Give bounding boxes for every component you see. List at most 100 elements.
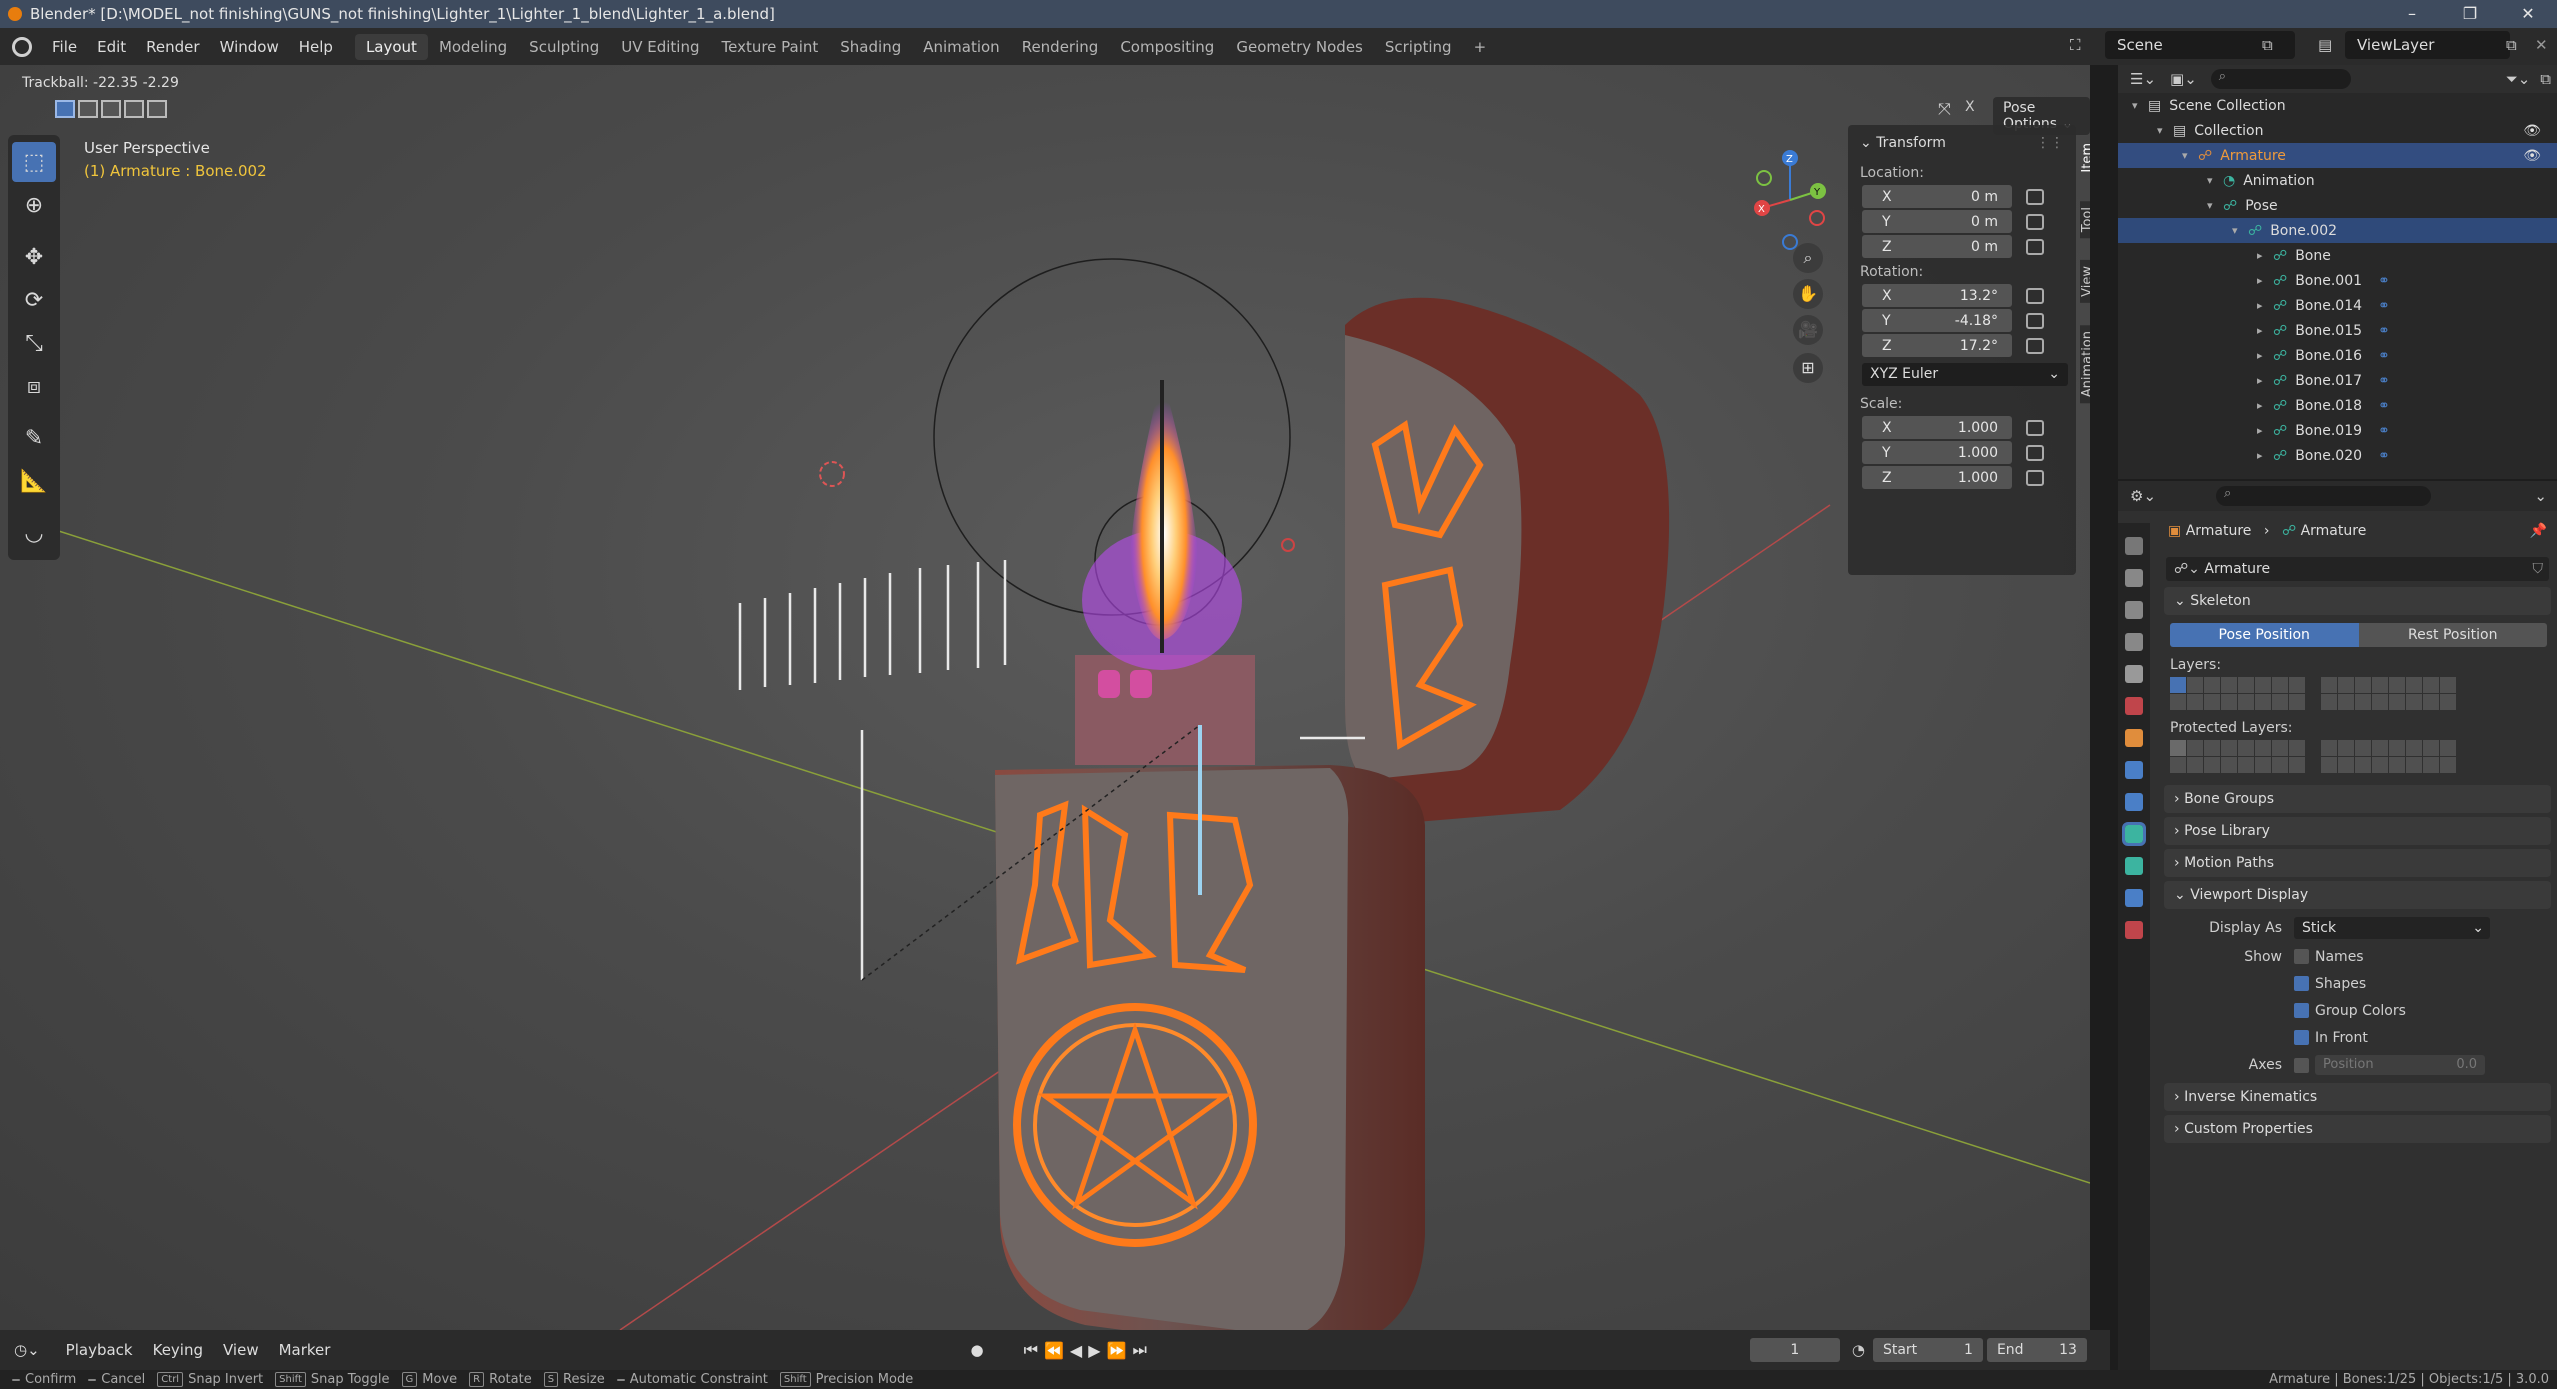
axes-checkbox[interactable]	[2294, 1057, 2309, 1073]
scale-z-field[interactable]: Z 1.000	[1862, 466, 2012, 489]
expand-arrow-icon[interactable]: ▸	[2257, 399, 2273, 412]
outliner-row[interactable]: ▾ ◔ Animation	[2118, 168, 2557, 193]
outliner-row[interactable]: ▸ ☍ Bone.001 ⚭	[2118, 268, 2557, 293]
current-frame-field[interactable]: 1	[1749, 1338, 1840, 1362]
inverse-kinematics-section[interactable]: › Inverse Kinematics	[2164, 1083, 2551, 1111]
armature-data-tab-icon[interactable]	[2122, 822, 2146, 846]
lock-icon[interactable]	[2026, 188, 2044, 205]
expand-arrow-icon[interactable]: ▸	[2257, 249, 2273, 262]
prev-keyframe-icon[interactable]: ⏪	[1044, 1341, 1064, 1360]
drag-handle-icon[interactable]: ⋮⋮	[2036, 135, 2064, 151]
3d-viewport[interactable]: Trackball: -22.35 -2.29 ⤧ X Pose Options…	[0, 65, 2090, 1330]
outliner-row[interactable]: ▸ ☍ Bone.015 ⚭	[2118, 318, 2557, 343]
location-z-field[interactable]: Z 0 m	[1862, 235, 2012, 258]
camera-view-icon[interactable]: 🎥	[1793, 315, 1823, 345]
constraints-tab-icon[interactable]	[2125, 793, 2143, 811]
custom-properties-section[interactable]: › Custom Properties	[2164, 1115, 2551, 1143]
pan-hand-icon[interactable]: ✋	[1793, 279, 1823, 309]
expand-arrow-icon[interactable]: ▾	[2157, 124, 2173, 137]
rotation-z-field[interactable]: Z 17.2°	[1862, 334, 2012, 357]
outliner-row[interactable]: ▸ ☍ Bone.014 ⚭	[2118, 293, 2557, 318]
fake-user-icon[interactable]: ⛉	[2533, 557, 2544, 581]
outliner-row[interactable]: ▸ ☍ Bone.016 ⚭	[2118, 343, 2557, 368]
scene-tab-icon[interactable]	[2125, 665, 2143, 683]
expand-arrow-icon[interactable]: ▸	[2257, 324, 2273, 337]
expand-arrow-icon[interactable]: ▸	[2257, 299, 2273, 312]
menu-help[interactable]: Help	[289, 38, 343, 56]
outliner-row[interactable]: ▸ ☍ Bone.018 ⚭	[2118, 393, 2557, 418]
show-in-front-checkbox[interactable]	[2294, 1030, 2309, 1045]
menu-render[interactable]: Render	[136, 38, 209, 56]
tab-uv-editing[interactable]: UV Editing	[610, 34, 710, 60]
remove-viewlayer-icon[interactable]: ✕	[2535, 36, 2548, 54]
tab-scripting[interactable]: Scripting	[1374, 34, 1463, 60]
transform-tool-icon[interactable]: ⧈	[12, 366, 56, 406]
scale-x-field[interactable]: X 1.000	[1862, 416, 2012, 439]
navigation-gizmo[interactable]: Z Y X	[1735, 145, 1845, 255]
expand-arrow-icon[interactable]: ▾	[2207, 199, 2223, 212]
outliner-row[interactable]: ▸ ☍ Bone.020 ⚭	[2118, 443, 2557, 468]
marker-menu[interactable]: Marker	[269, 1341, 341, 1359]
viewlayer-icon[interactable]: ▤	[2318, 36, 2332, 54]
location-y-field[interactable]: Y 0 m	[1862, 210, 2012, 233]
menu-edit[interactable]: Edit	[87, 38, 136, 56]
outliner-row[interactable]: ▸ ☍ Bone	[2118, 243, 2557, 268]
expand-arrow-icon[interactable]: ▾	[2232, 224, 2248, 237]
outliner-row[interactable]: ▾ ▤ Collection 👁	[2118, 118, 2557, 143]
lock-icon[interactable]	[2026, 419, 2044, 436]
protected-block-2[interactable]	[2321, 740, 2456, 773]
layers-block-2[interactable]	[2321, 677, 2456, 710]
texture-tab-icon[interactable]	[2125, 921, 2143, 939]
close-icon[interactable]: ✕	[2499, 0, 2557, 28]
display-as-dropdown[interactable]: Stick ⌄	[2294, 917, 2490, 939]
blender-menu-icon[interactable]	[12, 36, 32, 57]
physics-tab-icon[interactable]	[2125, 761, 2143, 779]
expand-arrow-icon[interactable]: ▸	[2257, 424, 2273, 437]
timeline-editor-icon[interactable]: ◷⌄	[14, 1341, 40, 1359]
lock-icon[interactable]	[2026, 213, 2044, 230]
layers-block-1[interactable]	[2170, 677, 2305, 710]
sidebar-tab-animation[interactable]: Animation	[2080, 324, 2090, 403]
lock-icon[interactable]	[2026, 238, 2044, 255]
visibility-eye-icon[interactable]: 👁	[2523, 123, 2541, 139]
view-menu[interactable]: View	[213, 1341, 269, 1359]
record-icon[interactable]: ●	[970, 1341, 983, 1359]
skeleton-section-header[interactable]: ⌄ Skeleton	[2164, 587, 2551, 615]
zoom-icon[interactable]: ⌕	[1793, 243, 1823, 273]
display-mode-icon[interactable]: ▣⌄	[2170, 70, 2197, 88]
lock-icon[interactable]	[2026, 287, 2044, 304]
sidebar-tab-item[interactable]: Item	[2080, 137, 2090, 179]
outliner-row[interactable]: ▾ ☍ Bone.002	[2118, 218, 2557, 243]
protected-block-1[interactable]	[2170, 740, 2305, 773]
expand-arrow-icon[interactable]: ▸	[2257, 274, 2273, 287]
expand-arrow-icon[interactable]: ▾	[2207, 174, 2223, 187]
pose-library-section[interactable]: › Pose Library	[2164, 817, 2551, 845]
move-tool-icon[interactable]: ✥	[12, 237, 56, 277]
start-frame-field[interactable]: Start 1	[1872, 1338, 1983, 1362]
new-collection-icon[interactable]: ⧉	[2540, 70, 2551, 88]
rest-position-button[interactable]: Rest Position	[2358, 623, 2547, 647]
transform-header[interactable]: ⌄ Transform ⋮⋮	[1848, 125, 2076, 161]
end-frame-field[interactable]: End 13	[1986, 1338, 2087, 1362]
object-tab-icon[interactable]	[2125, 729, 2143, 747]
new-scene-icon[interactable]: ⧉	[2262, 36, 2273, 54]
expand-arrow-icon[interactable]: ▸	[2257, 449, 2273, 462]
sidebar-tab-tool[interactable]: Tool	[2080, 200, 2090, 238]
tool-tab-icon[interactable]	[2125, 537, 2143, 555]
pose-position-button[interactable]: Pose Position	[2170, 623, 2359, 647]
show-shapes-checkbox[interactable]	[2294, 976, 2309, 991]
outliner-row[interactable]: ▸ ☍ Bone.019 ⚭	[2118, 418, 2557, 443]
output-tab-icon[interactable]	[2125, 601, 2143, 619]
outliner-row[interactable]: ▾ ▤ Scene Collection	[2118, 93, 2557, 118]
show-names-checkbox[interactable]	[2294, 949, 2309, 964]
select-box-tool-icon[interactable]: ⬚	[12, 142, 56, 182]
visibility-eye-icon[interactable]: 👁	[2523, 148, 2541, 164]
filter-icon[interactable]: ⏷⌄	[2506, 70, 2531, 88]
axes-position-field[interactable]: Position 0.0	[2315, 1055, 2485, 1075]
outliner-search-input[interactable]: ⌕	[2210, 69, 2351, 89]
view-layer-tab-icon[interactable]	[2125, 633, 2143, 651]
outliner-row[interactable]: ▾ ☍ Armature 👁	[2118, 143, 2557, 168]
location-x-field[interactable]: X 0 m	[1862, 185, 2012, 208]
jump-end-icon[interactable]: ⏭	[1132, 1340, 1146, 1360]
perspective-grid-icon[interactable]: ⊞	[1793, 353, 1823, 383]
